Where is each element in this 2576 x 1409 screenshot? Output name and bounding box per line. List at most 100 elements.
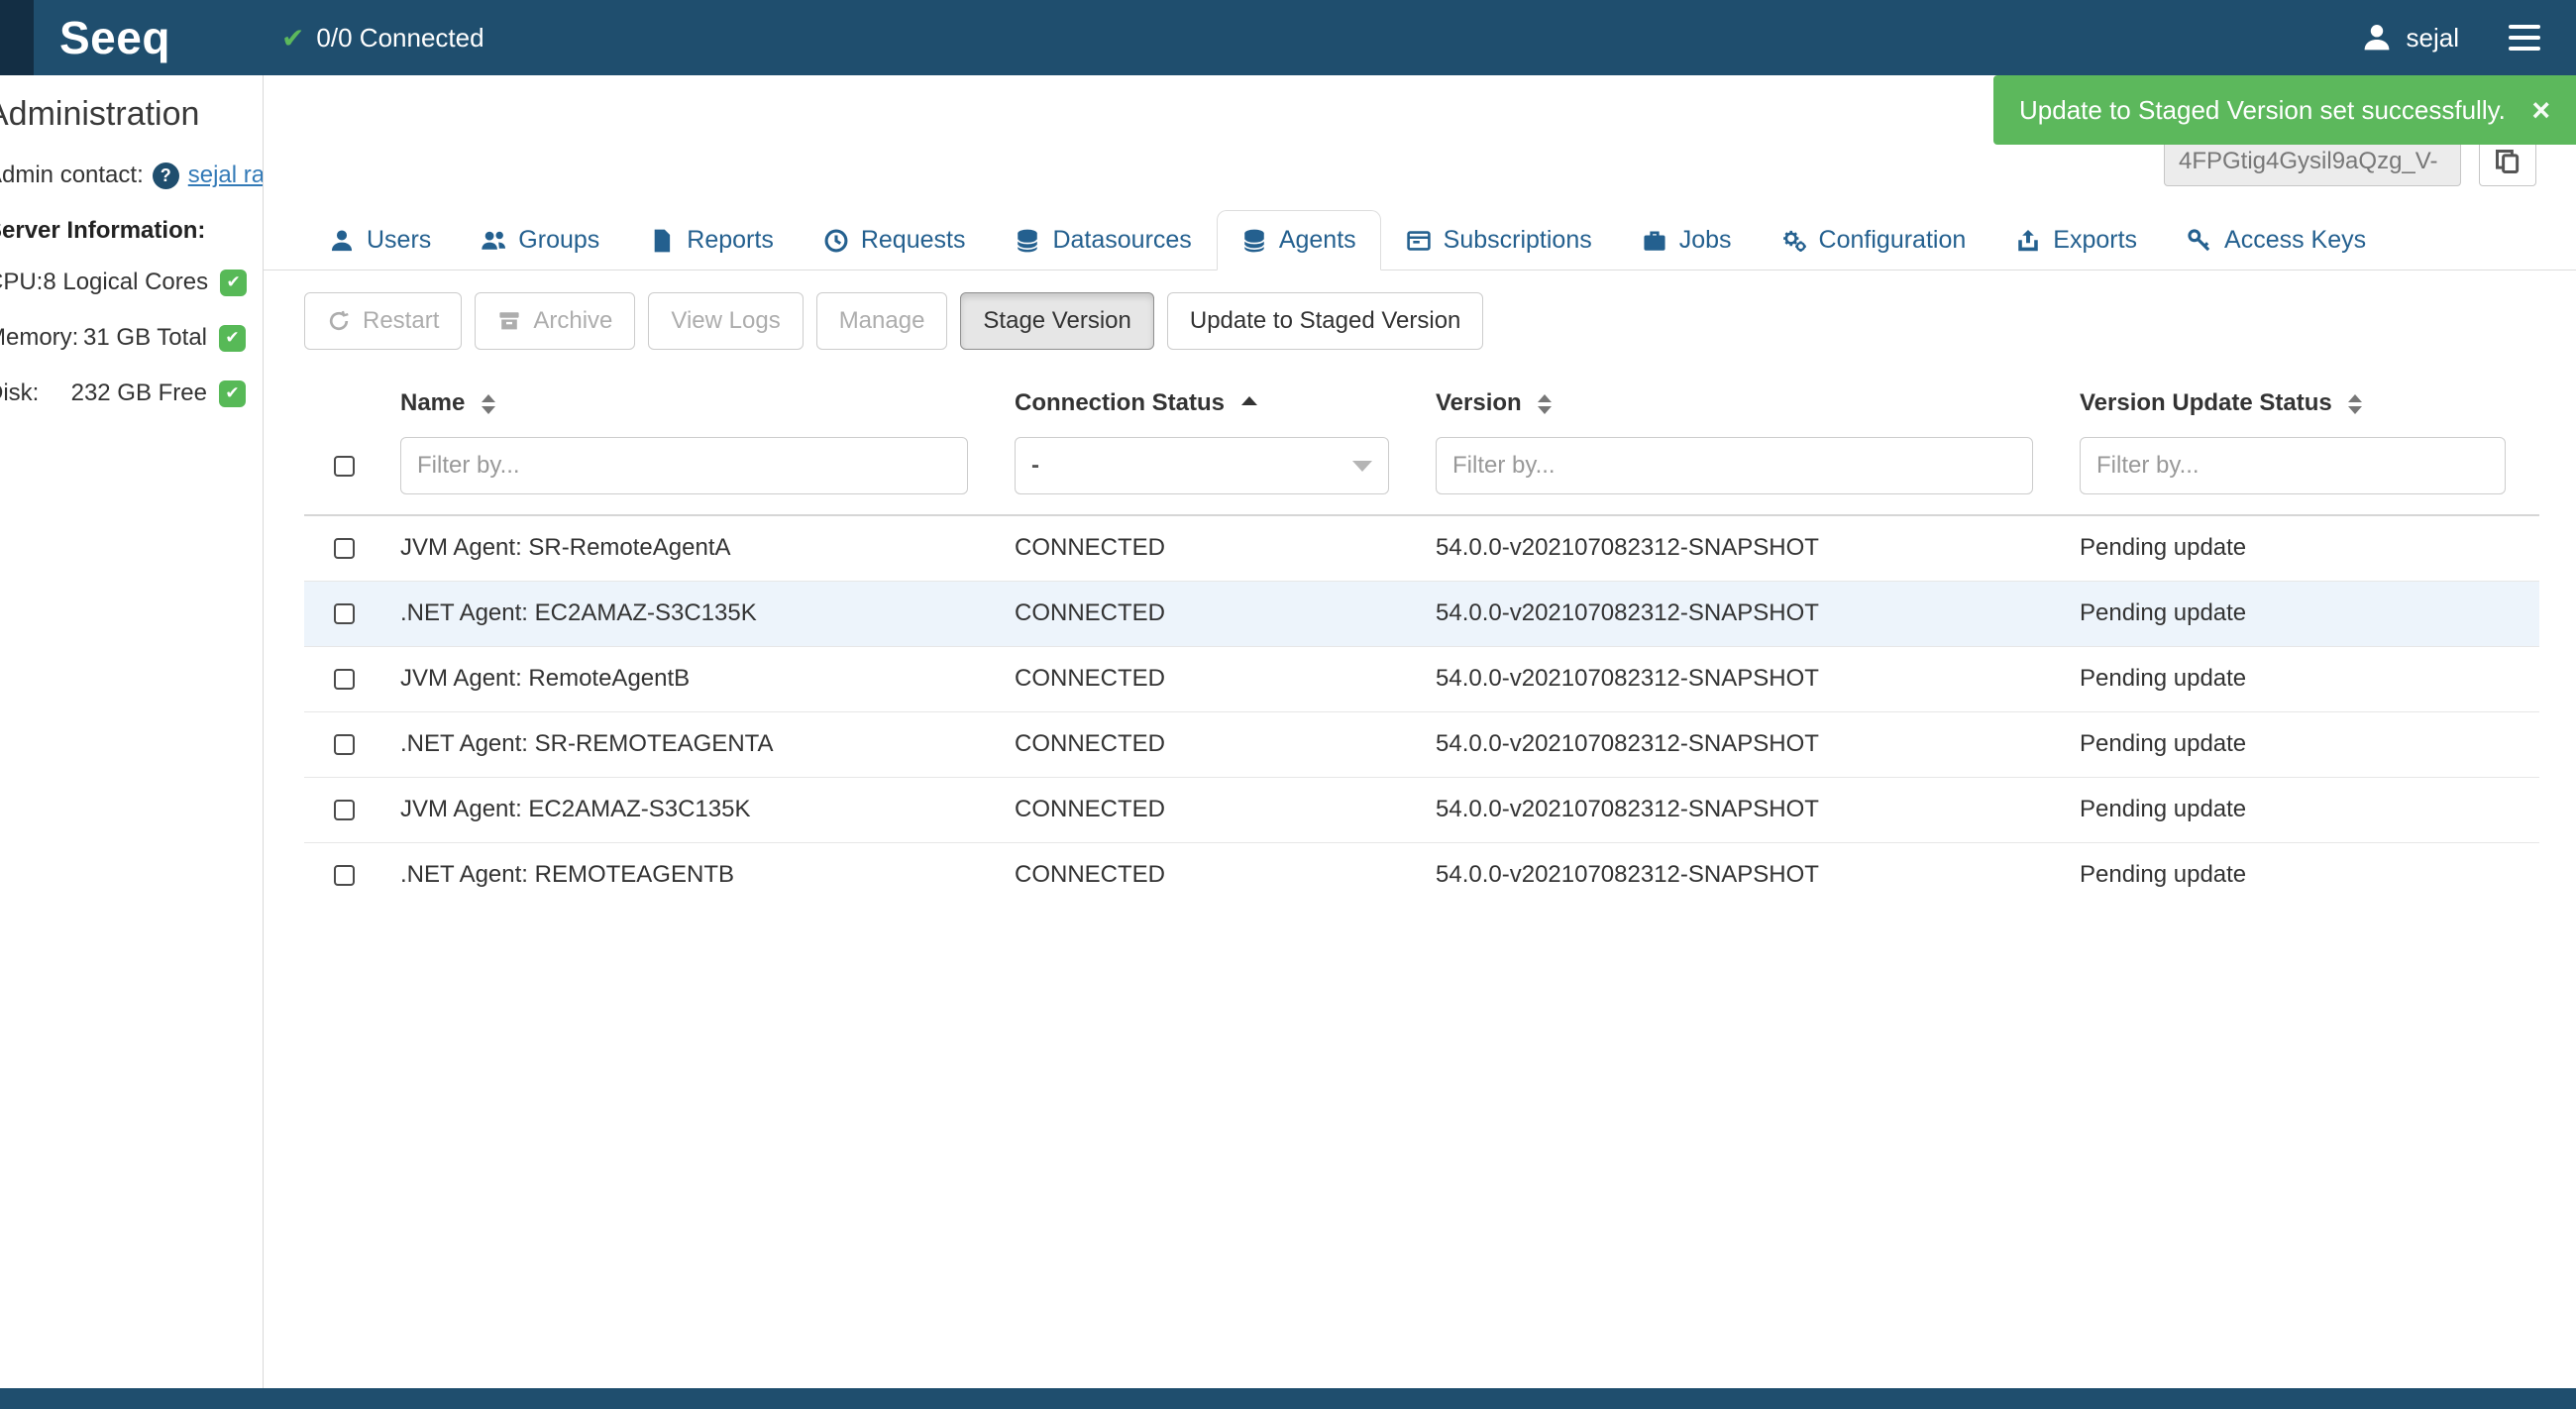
page-title: Administration [0,95,264,134]
table-row[interactable]: .NET Agent: REMOTEAGENTB CONNECTED 54.0.… [304,842,2539,908]
column-header-connection-status[interactable]: Connection Status [1002,370,1423,431]
main-content: Users Groups Reports Requests Datasource… [264,75,2576,1388]
stat-disk: Disk: 232 GB Free ✔ [0,379,246,407]
agent-name: JVM Agent: SR-RemoteAgentA [387,515,1002,581]
row-checkbox[interactable] [334,603,355,624]
hamburger-menu-icon[interactable] [2509,25,2540,51]
chevron-down-icon [1352,461,1372,472]
sort-icon [1538,394,1552,414]
tab-label: Subscriptions [1444,226,1592,255]
stage-version-button[interactable]: Stage Version [960,292,1153,350]
sort-icon [2348,394,2362,414]
admin-contact-link[interactable]: sejal raval [188,162,264,189]
table-row[interactable]: JVM Agent: EC2AMAZ-S3C135K CONNECTED 54.… [304,777,2539,842]
button-label: Manage [839,307,925,335]
version-update-status-filter-input[interactable] [2080,437,2506,494]
connection-status-filter-select[interactable]: - [1015,437,1389,494]
tab-users[interactable]: Users [304,210,456,271]
table-header-row: Name Connection Status Version Version U… [304,370,2539,431]
table-row[interactable]: JVM Agent: RemoteAgentB CONNECTED 54.0.0… [304,646,2539,711]
button-label: Update to Staged Version [1190,307,1461,335]
version-filter-input[interactable] [1436,437,2033,494]
button-label: Archive [533,307,612,335]
toast-close-icon[interactable]: × [2531,94,2550,126]
tab-label: Datasources [1052,226,1191,255]
stat-label: Memory: [0,324,78,352]
tab-exports[interactable]: Exports [1990,210,2162,271]
agent-name: .NET Agent: SR-REMOTEAGENTA [387,711,1002,777]
connection-status-text: 0/0 Connected [316,23,483,54]
seeq-logo: Seeq [59,11,170,64]
archive-button[interactable]: Archive [475,292,635,350]
stat-memory: Memory: 31 GB Total ✔ [0,324,246,352]
stat-value: 31 GB Total [83,324,207,352]
column-label[interactable]: Name [400,389,465,416]
column-header-version[interactable]: Version [1423,370,2067,431]
tab-access-keys[interactable]: Access Keys [2162,210,2391,271]
row-checkbox[interactable] [334,538,355,559]
refresh-icon [327,309,351,333]
tab-reports[interactable]: Reports [624,210,799,271]
tab-label: Configuration [1819,226,1967,255]
connection-status-cell: CONNECTED [1002,777,1423,842]
ok-check-icon: ✔ [220,270,247,296]
ok-check-icon: ✔ [219,325,246,352]
tab-configuration[interactable]: Configuration [1757,210,1991,271]
agent-name: .NET Agent: REMOTEAGENTB [387,842,1002,908]
copy-icon [2494,148,2522,175]
sidebar: Administration Admin contact: ? sejal ra… [0,75,264,1388]
toast-message: Update to Staged Version set successfull… [2019,95,2506,126]
report-icon [649,228,675,254]
version-cell: 54.0.0-v202107082312-SNAPSHOT [1423,842,2067,908]
row-checkbox[interactable] [334,734,355,755]
tab-label: Exports [2053,226,2137,255]
tab-label: Access Keys [2224,226,2366,255]
manage-button[interactable]: Manage [816,292,948,350]
update-to-staged-version-button[interactable]: Update to Staged Version [1167,292,1484,350]
tab-requests[interactable]: Requests [799,210,991,271]
connection-status-cell: CONNECTED [1002,515,1423,581]
table-row[interactable]: .NET Agent: SR-REMOTEAGENTA CONNECTED 54… [304,711,2539,777]
stat-cpu: CPU: 8 Logical Cores ✔ [0,269,246,296]
toast-success: Update to Staged Version set successfull… [1993,75,2576,145]
column-header-name[interactable]: Name [387,370,1002,431]
version-cell: 54.0.0-v202107082312-SNAPSHOT [1423,646,2067,711]
column-label[interactable]: Connection Status [1015,389,1225,416]
tab-label: Reports [687,226,774,255]
user-menu[interactable]: sejal [2361,22,2459,54]
table-row[interactable]: .NET Agent: EC2AMAZ-S3C135K CONNECTED 54… [304,581,2539,646]
connection-status-cell: CONNECTED [1002,581,1423,646]
name-filter-input[interactable] [400,437,968,494]
row-checkbox[interactable] [334,800,355,820]
column-header-version-update-status[interactable]: Version Update Status [2067,370,2539,431]
update-status-cell: Pending update [2067,646,2539,711]
admin-contact-label: Admin contact: [0,162,144,189]
tab-agents[interactable]: Agents [1217,210,1381,271]
sort-asc-icon [1241,396,1257,405]
connection-status-cell: CONNECTED [1002,711,1423,777]
table-row[interactable]: JVM Agent: SR-RemoteAgentA CONNECTED 54.… [304,515,2539,581]
column-label[interactable]: Version Update Status [2080,389,2332,416]
version-cell: 54.0.0-v202107082312-SNAPSHOT [1423,581,2067,646]
update-status-cell: Pending update [2067,842,2539,908]
row-checkbox[interactable] [334,669,355,690]
users-icon [481,228,506,254]
key-icon [2187,228,2212,254]
stat-label: Disk: [0,379,39,407]
restart-button[interactable]: Restart [304,292,462,350]
tab-groups[interactable]: Groups [456,210,624,271]
bottom-status-bar [0,1388,2576,1409]
tab-subscriptions[interactable]: Subscriptions [1381,210,1617,271]
row-checkbox[interactable] [334,865,355,886]
column-label[interactable]: Version [1436,389,1522,416]
tab-jobs[interactable]: Jobs [1617,210,1757,271]
version-cell: 54.0.0-v202107082312-SNAPSHOT [1423,777,2067,842]
version-cell: 54.0.0-v202107082312-SNAPSHOT [1423,515,2067,581]
select-all-checkbox[interactable] [334,456,355,477]
view-logs-button[interactable]: View Logs [648,292,803,350]
history-icon [823,228,849,254]
help-icon[interactable]: ? [153,163,179,189]
stat-label: CPU: [0,269,43,296]
tab-datasources[interactable]: Datasources [990,210,1216,271]
app-corner-button[interactable] [0,0,34,75]
